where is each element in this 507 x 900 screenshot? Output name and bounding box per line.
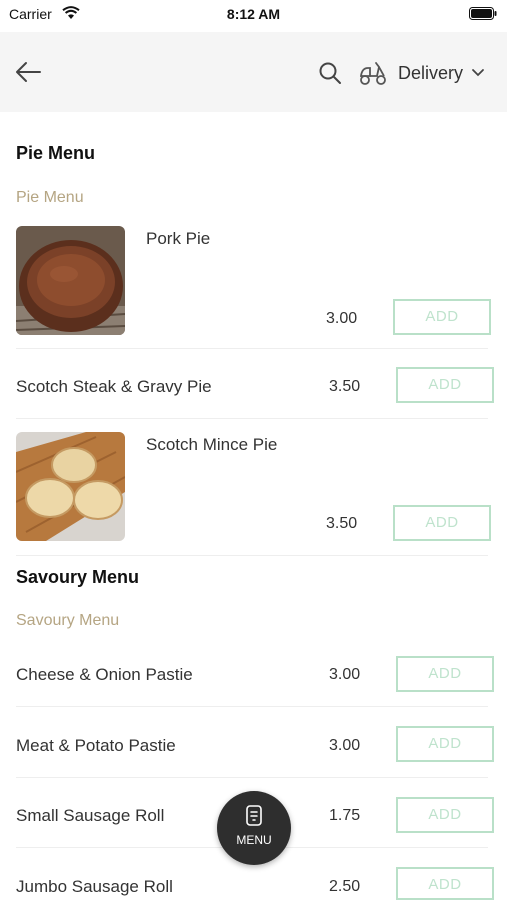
add-button-small-sausage-roll[interactable]: ADD xyxy=(396,797,494,833)
divider xyxy=(16,555,488,556)
section-title-savoury-menu: Savoury Menu xyxy=(16,567,140,587)
item-name-meat-potato-pastie: Meat & Potato Pastie xyxy=(16,736,176,755)
status-time: 8:12 AM xyxy=(226,6,281,22)
divider xyxy=(16,706,488,707)
app-header: Delivery xyxy=(0,32,507,112)
item-name-pork-pie: Pork Pie xyxy=(146,229,211,248)
section-subtitle-savoury-menu: Savoury Menu xyxy=(16,612,120,629)
add-button-pork-pie[interactable]: ADD xyxy=(393,299,491,335)
item-price-jumbo-sausage-roll: 2.50 xyxy=(329,878,361,895)
item-name-cheese-onion-pastie: Cheese & Onion Pastie xyxy=(16,665,193,684)
divider xyxy=(16,418,488,419)
item-price-scotch-steak-gravy-pie: 3.50 xyxy=(329,378,361,395)
delivery-label: Delivery xyxy=(398,62,464,83)
section-subtitle-pie-menu: Pie Menu xyxy=(16,189,84,206)
scotch-mince-pie-image[interactable] xyxy=(16,432,125,541)
add-button-jumbo-sausage-roll[interactable]: ADD xyxy=(396,867,494,900)
delivery-selector[interactable]: Delivery xyxy=(358,58,485,88)
item-price-small-sausage-roll: 1.75 xyxy=(329,807,361,824)
search-icon[interactable] xyxy=(317,60,343,86)
divider xyxy=(16,348,488,349)
battery-icon xyxy=(469,7,497,20)
divider xyxy=(16,777,488,778)
add-button-scotch-steak-gravy-pie[interactable]: ADD xyxy=(396,367,494,403)
item-name-scotch-mince-pie: Scotch Mince Pie xyxy=(146,435,278,454)
chevron-down-icon xyxy=(472,69,484,77)
item-name-jumbo-sausage-roll: Jumbo Sausage Roll xyxy=(16,877,173,896)
menu-fab-label: MENU xyxy=(236,833,272,847)
add-button-scotch-mince-pie[interactable]: ADD xyxy=(393,505,491,541)
pork-pie-image[interactable] xyxy=(16,226,125,335)
back-arrow-icon[interactable] xyxy=(12,56,44,88)
menu-book-icon xyxy=(246,805,262,826)
add-button-meat-potato-pastie[interactable]: ADD xyxy=(396,726,494,762)
menu-fab-button[interactable]: MENU xyxy=(217,791,291,865)
item-price-meat-potato-pastie: 3.00 xyxy=(329,737,361,754)
section-title-pie-menu: Pie Menu xyxy=(16,143,96,163)
item-price-scotch-mince-pie: 3.50 xyxy=(326,515,358,532)
add-button-cheese-onion-pastie[interactable]: ADD xyxy=(396,656,494,692)
scooter-icon xyxy=(359,62,386,85)
item-name-scotch-steak-gravy-pie: Scotch Steak & Gravy Pie xyxy=(16,377,212,396)
item-price-pork-pie: 3.00 xyxy=(326,310,358,327)
status-bar: Carrier 8:12 AM xyxy=(0,0,507,30)
item-price-cheese-onion-pastie: 3.00 xyxy=(329,666,361,683)
item-name-small-sausage-roll: Small Sausage Roll xyxy=(16,806,165,825)
